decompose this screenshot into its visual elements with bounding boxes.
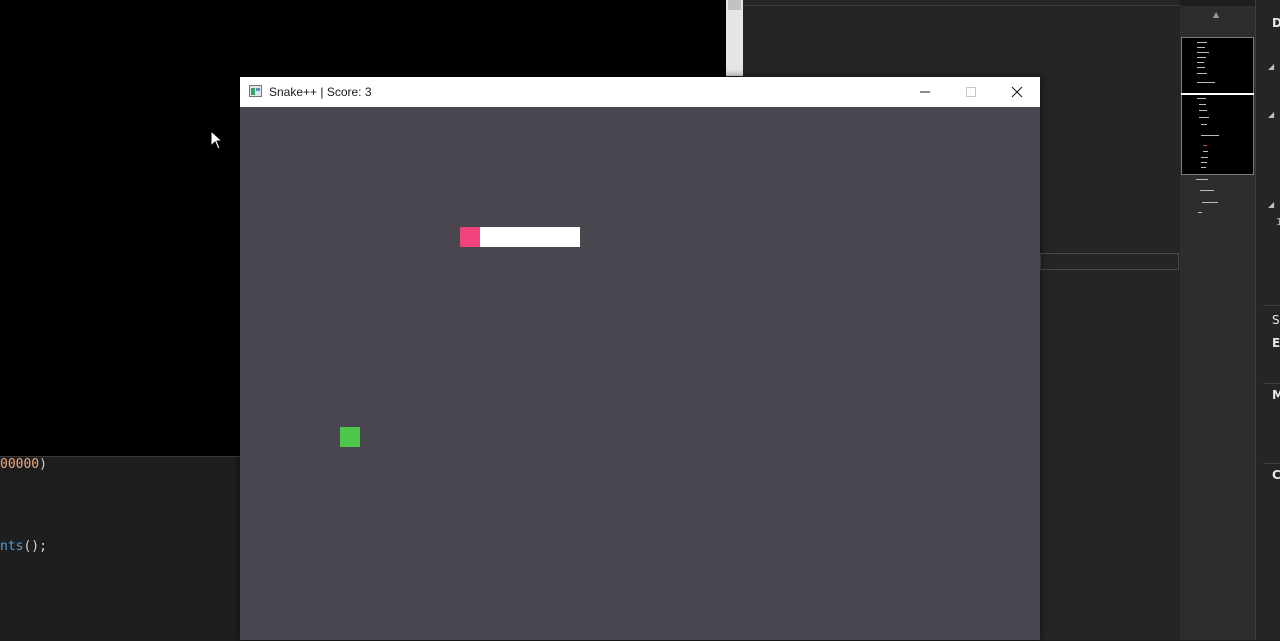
code-line-2: nts(); [0,539,47,554]
minimap-line [1196,179,1208,180]
scroll-up-icon[interactable]: ▲ [1213,10,1219,19]
food-pellet [340,427,360,447]
minimap-viewport[interactable] [1181,37,1254,175]
minimap-line [1202,202,1218,203]
snake-head [460,227,480,247]
snake-game-window[interactable]: Snake++ | Score: 3 [240,77,1040,640]
panel-divider [1263,463,1280,464]
panel-label-m: M [1272,388,1280,402]
code-function: nts [0,539,24,554]
game-board[interactable] [240,107,1040,640]
console-scrollbar[interactable] [726,0,743,76]
code-punct: (); [23,539,47,554]
code-line-1: 00000) [0,457,47,472]
close-icon [1011,86,1023,98]
collapse-arrow-icon[interactable]: ◢ [1268,200,1274,209]
panel-value: 1 [1276,217,1280,228]
maximize-icon [966,87,976,97]
collapse-arrow-icon[interactable]: ◢ [1268,62,1274,71]
minimap-divider [1181,93,1254,95]
minimize-button[interactable] [902,77,948,107]
panel-divider [743,5,1180,6]
minimize-icon [920,91,930,93]
panel-label-d: D [1272,16,1280,30]
code-punct: ) [39,457,47,472]
minimap-line [1198,212,1202,213]
close-button[interactable] [994,77,1040,107]
code-editor[interactable]: 00000) nts(); [0,456,240,641]
panel-label-s[interactable]: S [1272,313,1280,327]
window-titlebar[interactable]: Snake++ | Score: 3 [240,77,1040,107]
panel-input-box[interactable] [1040,253,1179,270]
panel-label-c: C [1272,468,1280,482]
mouse-cursor-icon [210,130,224,150]
snake-segment [500,227,520,247]
panel-divider [1263,383,1280,384]
snake-segment [560,227,580,247]
minimap-line [1200,190,1214,191]
maximize-button[interactable] [948,77,994,107]
collapse-arrow-icon[interactable]: ◢ [1268,110,1274,119]
minimap-header [1180,0,1255,6]
window-title: Snake++ | Score: 3 [269,85,372,99]
app-window-icon [249,85,262,97]
code-number: 00000 [0,457,40,472]
snake-segment [520,227,540,247]
panel-label-e: E [1272,336,1280,350]
snake-segment [480,227,500,247]
panel-divider [1263,305,1280,306]
console-scrollbar-thumb[interactable] [728,0,741,10]
snake-segment [540,227,560,247]
